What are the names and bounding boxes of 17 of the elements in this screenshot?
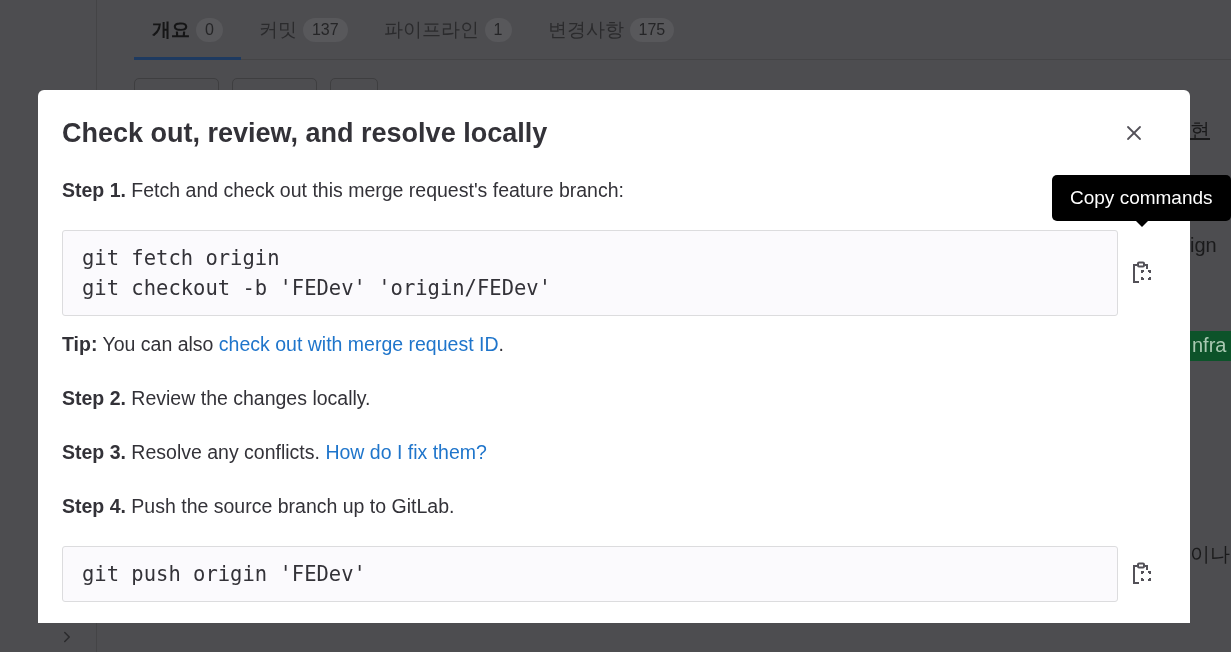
help-link[interactable]: How do I fix them? <box>325 441 487 463</box>
step-text: Tip: You can also check out with merge request ID. <box>62 332 504 356</box>
code-block: git push origin 'FEDev' <box>62 546 1118 602</box>
copy-icon <box>1132 562 1152 586</box>
label-badge: nfra <box>1190 331 1231 361</box>
modal-title: Check out, review, and resolve locally <box>62 117 548 149</box>
tooltip: Copy commands <box>1052 175 1231 221</box>
copy-button[interactable] <box>1132 261 1152 285</box>
step-text: Step 3. Resolve any conflicts. How do I fix them? <box>62 440 487 464</box>
code-block: git fetch origin git checkout -b 'FEDev' 'origin/FEDev' <box>62 230 1118 316</box>
step-text: Step 1. Fetch and check out this merge request's feature branch: <box>62 178 624 202</box>
step-text: Step 4. Push the source branch up to GitLab. <box>62 494 455 518</box>
copy-button[interactable] <box>1132 562 1152 586</box>
copy-icon <box>1132 261 1152 285</box>
tooltip-pointer <box>1136 221 1148 227</box>
step-text: Step 2. Review the changes locally. <box>62 386 371 410</box>
help-link[interactable]: check out with merge request ID <box>218 333 499 355</box>
